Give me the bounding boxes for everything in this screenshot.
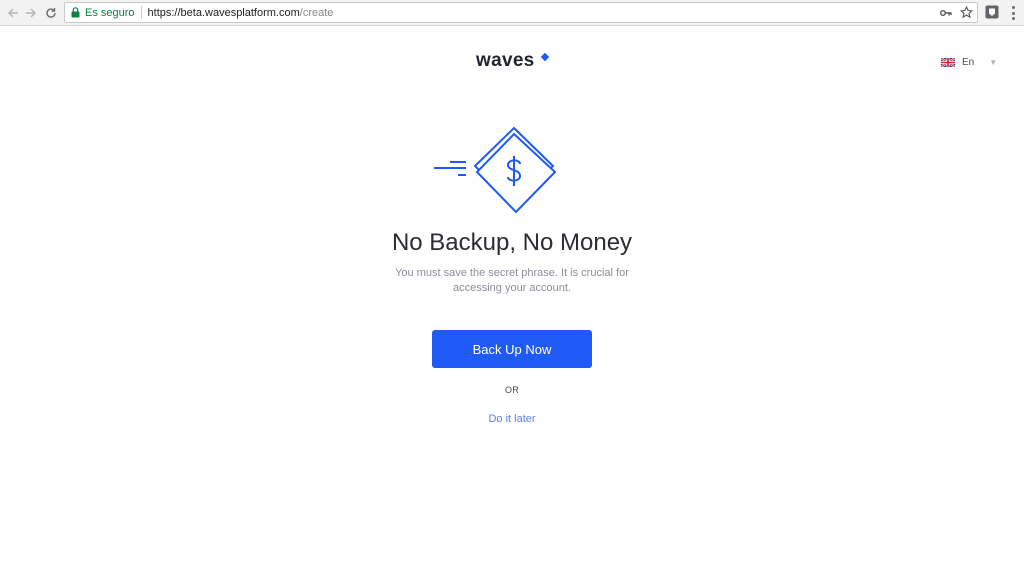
money-diamond-icon xyxy=(434,126,557,214)
reload-icon[interactable] xyxy=(42,4,60,22)
uk-flag-icon xyxy=(941,57,955,67)
do-it-later-link[interactable]: Do it later xyxy=(462,413,562,425)
language-selector[interactable]: En ▼ xyxy=(941,55,997,69)
omnibox-actions xyxy=(940,5,973,20)
divider xyxy=(140,6,142,19)
back-arrow-icon[interactable] xyxy=(4,4,22,22)
chevron-down-icon: ▼ xyxy=(989,57,998,67)
page-subtitle: You must save the secret phrase. It is c… xyxy=(395,267,629,294)
url-path: /create xyxy=(299,6,334,19)
secure-label: Es seguro xyxy=(85,6,135,19)
language-label: En xyxy=(962,56,975,68)
star-icon[interactable] xyxy=(960,6,973,19)
address-bar[interactable]: Es seguro https://beta.wavesplatform.com… xyxy=(64,2,978,23)
or-divider-label: OR xyxy=(504,385,520,395)
forward-arrow-icon[interactable] xyxy=(22,4,40,22)
back-up-now-button[interactable]: Back Up Now xyxy=(432,330,592,368)
logo-diamond-icon xyxy=(540,52,550,62)
waves-logo[interactable]: waves xyxy=(476,50,535,74)
page-title: No Backup, No Money xyxy=(391,229,633,256)
browser-toolbar: Es seguro https://beta.wavesplatform.com… xyxy=(0,0,1024,26)
lock-icon xyxy=(71,7,80,18)
url-host: https://beta.wavesplatform.com xyxy=(147,6,300,19)
key-icon[interactable] xyxy=(940,8,952,18)
extension-icon[interactable] xyxy=(985,5,999,19)
menu-icon[interactable] xyxy=(1008,5,1018,21)
